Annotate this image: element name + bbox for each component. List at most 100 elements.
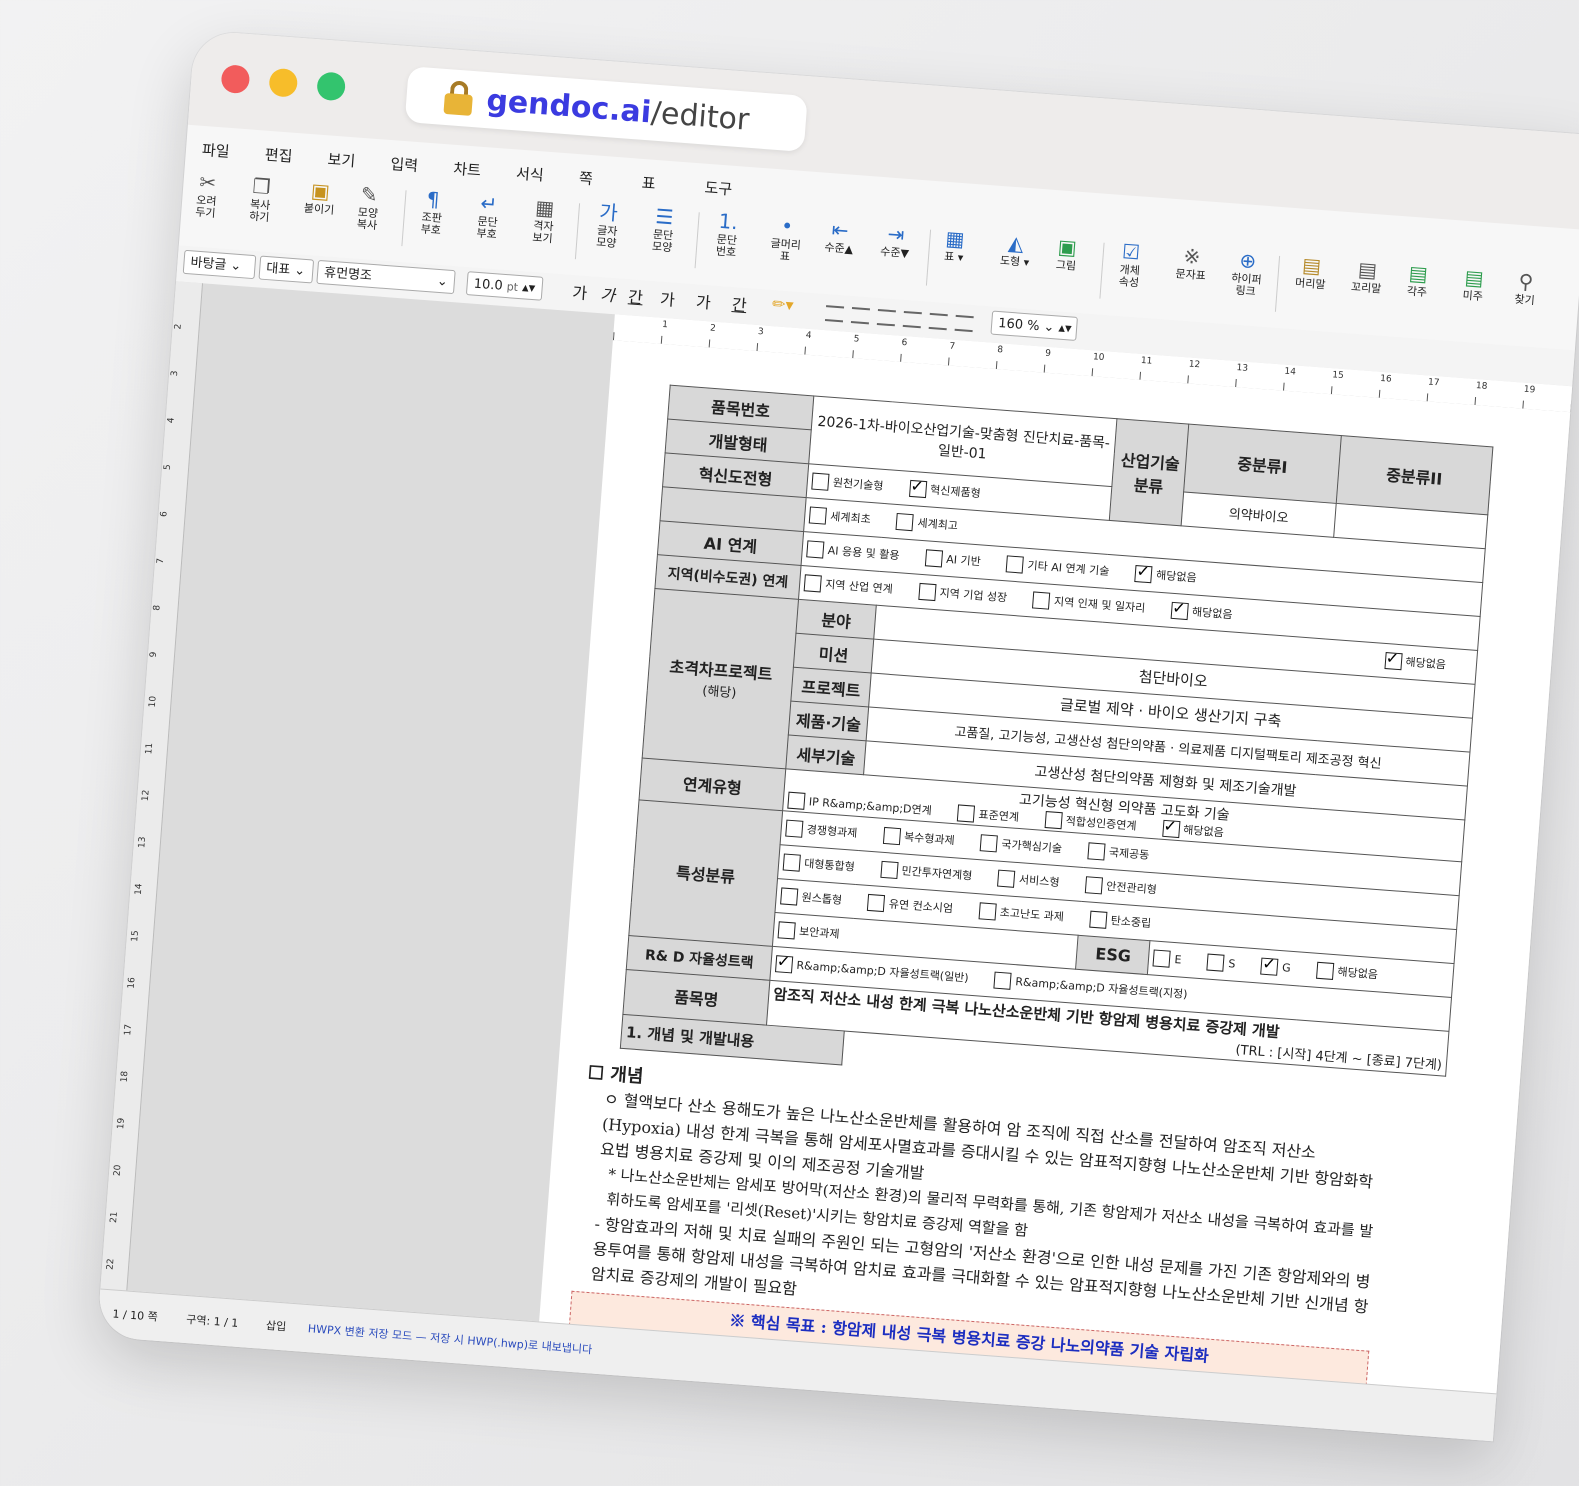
checkbox[interactable] (806, 540, 825, 559)
checkbox[interactable] (979, 834, 999, 853)
gap-field-none-checkbox[interactable] (1383, 651, 1403, 671)
level-down-button[interactable]: ⇥ 수준▼ (880, 220, 911, 261)
bold-button[interactable]: 가 (572, 279, 588, 304)
checkbox[interactable] (774, 955, 794, 974)
checkbox[interactable] (1089, 910, 1108, 929)
para-shape-button[interactable]: ☰ 문단 모양 (652, 203, 676, 254)
checkbox[interactable] (780, 887, 799, 906)
checkbox[interactable] (1170, 601, 1189, 621)
checkbox[interactable] (993, 971, 1013, 990)
para-number-button[interactable]: 1. 문단 번호 (715, 208, 739, 259)
h-ruler-number: 9 (1044, 348, 1052, 360)
minimize-window-dot[interactable] (268, 67, 299, 98)
checkbox[interactable] (882, 826, 901, 846)
footer-button[interactable]: ▤ 꼬리말 (1351, 255, 1384, 296)
checkbox[interactable] (1087, 842, 1106, 861)
find-button[interactable]: ⚲ 찾기 (1514, 268, 1537, 307)
section-indicator: 구역: 1 / 1 (185, 1312, 239, 1330)
align-split-icon[interactable] (954, 314, 974, 333)
header-button[interactable]: ▤ 머리말 (1295, 251, 1328, 292)
bullet-icon: • (780, 213, 794, 239)
align-center-icon[interactable] (850, 307, 871, 325)
align-justify-icon[interactable] (902, 310, 922, 329)
style-select[interactable]: 바탕글 ⌄ (182, 249, 257, 280)
font-size-input[interactable]: 10.0 pt ▴▾ (465, 271, 544, 301)
checkbox[interactable] (956, 804, 976, 823)
symbol-button[interactable]: ※ 문자표 (1175, 242, 1208, 283)
checkbox[interactable] (978, 902, 997, 921)
checkbox[interactable] (811, 472, 830, 491)
hyperlink-label: 하이퍼 링크 (1230, 271, 1263, 299)
grid-view-button[interactable]: ▦ 격자 보기 (532, 194, 556, 245)
h-ruler-number: 8 (996, 345, 1004, 356)
checkbox[interactable] (1260, 957, 1279, 976)
checkbox[interactable] (1044, 810, 1063, 830)
binoculars-icon: ⚲ (1517, 268, 1535, 295)
checkbox[interactable] (997, 869, 1016, 888)
address-bar[interactable]: gendoc.ai/editor (404, 66, 808, 152)
char-shape-button[interactable]: 가 글자 모양 (596, 199, 620, 250)
format-copy-button[interactable]: ✎ 모양 복사 (356, 181, 380, 232)
checkbox[interactable] (1084, 876, 1103, 895)
footnote-button[interactable]: ▤ 각주 (1406, 260, 1429, 299)
align-distribute-icon[interactable] (928, 312, 948, 331)
zoom-select[interactable]: 160 % ⌄ ▴▾ (990, 310, 1078, 341)
underline-button[interactable]: 간 (627, 283, 644, 308)
v-ruler-number: 22 (105, 1258, 117, 1271)
h-ruler-number: 1 (661, 319, 669, 331)
italic-button[interactable]: 가 (600, 281, 616, 306)
checkbox[interactable] (895, 513, 915, 532)
level-up-button[interactable]: ⇤ 수준▲ (824, 216, 855, 256)
checkbox[interactable] (1032, 591, 1051, 610)
checkbox[interactable] (908, 479, 927, 499)
close-window-dot[interactable] (220, 64, 251, 95)
paste-button[interactable]: ▣ 붙이기 (303, 177, 336, 217)
header-icon: ▤ (1301, 252, 1323, 279)
h-ruler-number: 12 (1188, 359, 1201, 371)
bullet-button[interactable]: • 글머리 표 (769, 212, 803, 264)
checkbox[interactable] (1315, 961, 1335, 980)
copy-button[interactable]: ❐ 복사 하기 (249, 173, 273, 224)
shape-button[interactable]: ◭ 도형 ▾ (999, 229, 1031, 270)
cut-button[interactable]: ✂ 오려 두기 (195, 169, 219, 220)
align-left-icon[interactable] (824, 305, 845, 323)
align-right-icon[interactable] (876, 308, 896, 327)
table-label: 표 ▾ (943, 249, 964, 265)
checkbox[interactable] (924, 549, 943, 568)
checkbox[interactable] (787, 791, 806, 810)
table-button[interactable]: ▦ 표 ▾ (944, 225, 966, 264)
checkbox[interactable] (1152, 949, 1172, 968)
checkbox[interactable] (1005, 555, 1025, 574)
document-page[interactable]: 품목번호 2026-1차-바이오산업기술-맞춤형 진단치료-품목-일반-01 산… (538, 340, 1579, 1401)
highlight-icon[interactable]: ✏▾ (771, 294, 794, 315)
checkbox[interactable] (879, 860, 899, 880)
checkbox[interactable] (918, 582, 937, 602)
footer-icon: ▤ (1357, 256, 1378, 283)
checkbox[interactable] (782, 853, 801, 872)
checkbox[interactable] (785, 819, 804, 838)
checkbox-label: 보안과제 (798, 924, 840, 941)
ctrl-mark-button[interactable]: ¶ 조판 부호 (420, 186, 444, 237)
lang-select[interactable]: 대표 ⌄ (258, 255, 315, 284)
checkbox[interactable] (777, 921, 796, 940)
endnote-button[interactable]: ▤ 미주 (1462, 264, 1485, 303)
checkbox-label: AI 응용 및 활용 (827, 543, 900, 563)
picture-button[interactable]: ▣ 그림 (1055, 233, 1078, 272)
para-mark-button[interactable]: ↵ 문단 부호 (476, 190, 500, 241)
spacing-button[interactable]: 간 (731, 291, 747, 316)
checkbox[interactable] (1206, 953, 1225, 972)
hyperlink-button[interactable]: ⊕ 하이퍼 링크 (1230, 246, 1264, 298)
checkbox-label: 적합성인증연계 (1065, 814, 1137, 833)
checkbox[interactable] (803, 574, 822, 593)
checkbox-label: 지역 기업 성장 (939, 586, 1008, 605)
checkbox[interactable] (1134, 565, 1153, 584)
object-props-button[interactable]: ☑ 개체 속성 (1118, 238, 1142, 289)
superscript-button[interactable]: 가 (695, 288, 711, 313)
checkbox[interactable] (867, 893, 886, 913)
font-select[interactable]: 휴먼명조 ⌄ (316, 259, 456, 295)
maximize-window-dot[interactable] (316, 71, 347, 102)
strike-button[interactable]: 가 (659, 286, 675, 311)
checkbox[interactable] (1161, 819, 1180, 839)
checkbox[interactable] (808, 506, 827, 525)
insert-mode[interactable]: 삽입 (266, 1317, 287, 1334)
